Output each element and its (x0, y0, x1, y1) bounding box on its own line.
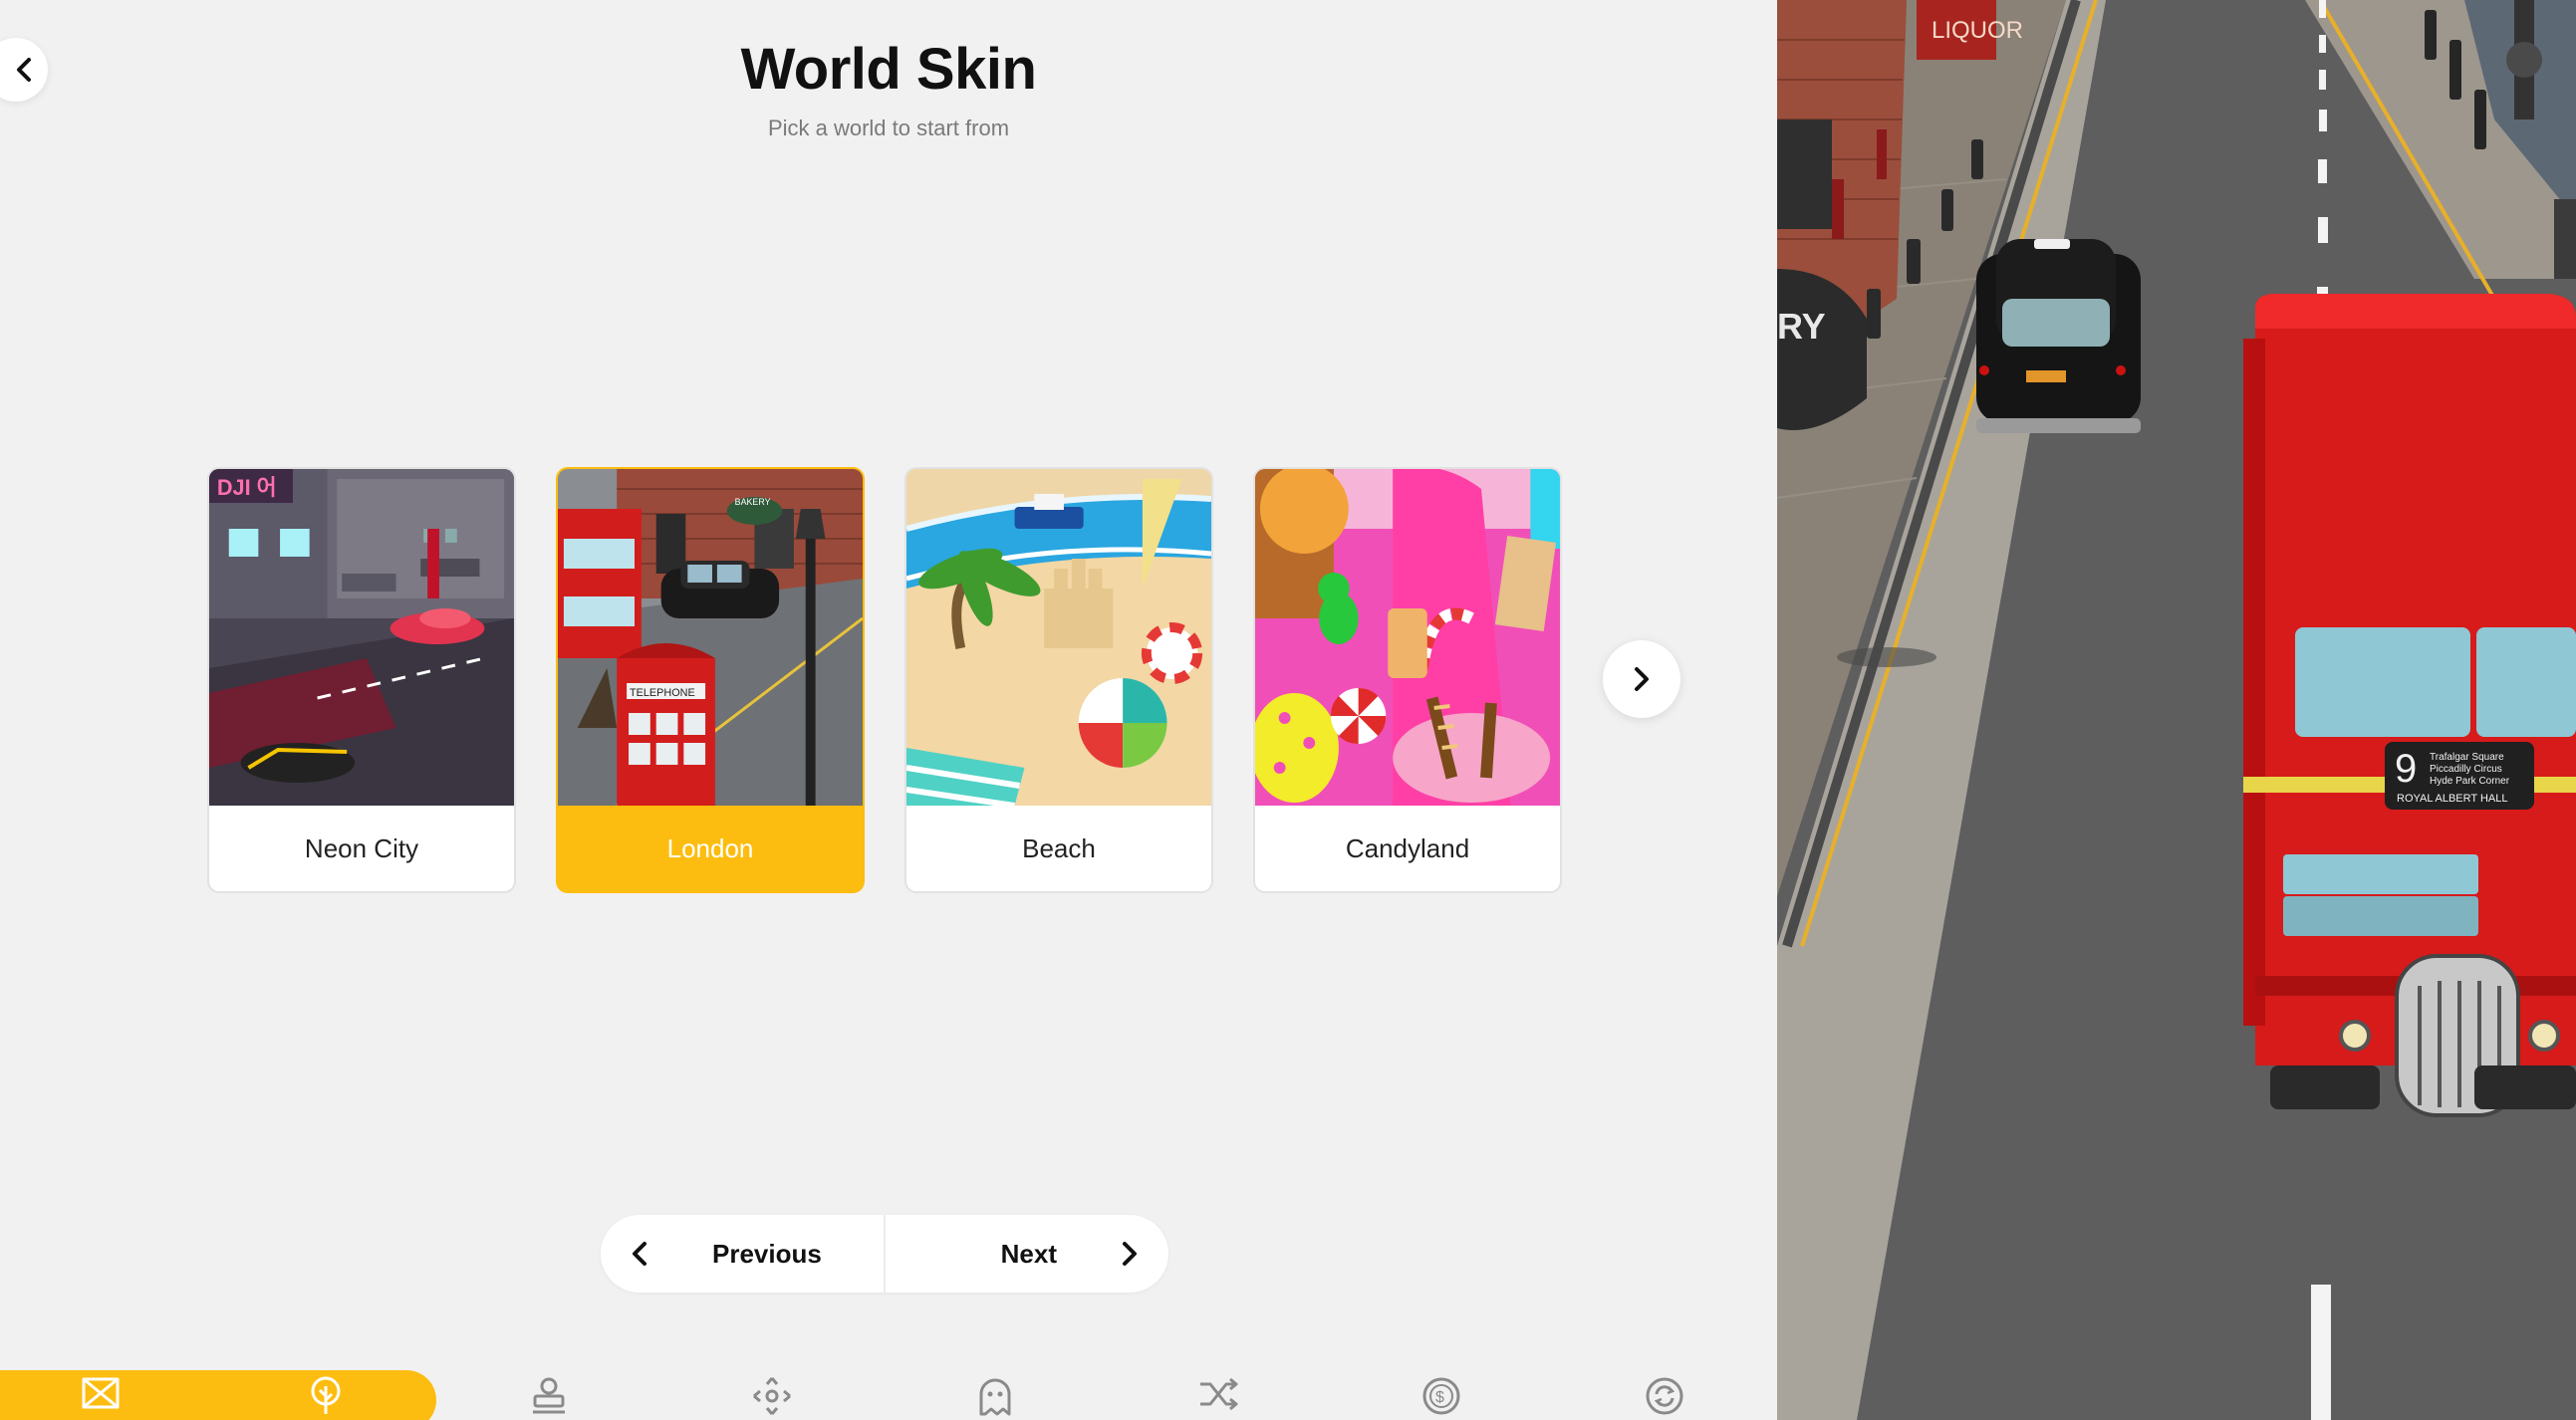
neon-sign-text: DJI 어 (217, 475, 277, 500)
chevron-right-icon (1635, 667, 1649, 691)
nav-item-enemies[interactable] (970, 1376, 1020, 1420)
nav-item-coins[interactable]: $ (1417, 1376, 1466, 1420)
nav-item-world[interactable] (301, 1376, 351, 1420)
nav-item-controls[interactable] (747, 1376, 797, 1420)
world-card-label: Neon City (304, 832, 419, 863)
carousel-next-button[interactable] (1603, 640, 1680, 718)
bus-route-number: 9 (2395, 747, 2417, 791)
bakery-sign-text: BAKERY (735, 497, 771, 507)
bus-destination-footer: ROYAL ALBERT HALL (2397, 793, 2507, 805)
step-pager: Previous Next (601, 1215, 1168, 1293)
tree-icon (311, 1376, 341, 1414)
candyland-thumbnail (1255, 469, 1560, 806)
move-arrows-icon (753, 1377, 791, 1415)
world-card-candyland[interactable]: Candyland (1253, 467, 1562, 893)
world-card-label: Candyland (1345, 832, 1470, 863)
world-card-label: London (666, 832, 754, 863)
ghost-icon (979, 1378, 1011, 1416)
stamp-icon (533, 1377, 565, 1414)
wall-sign-text: RY (1777, 306, 1826, 347)
bus-destination-line-1: Trafalgar Square (2430, 752, 2504, 763)
page-title: World Skin (740, 37, 1037, 102)
chevron-right-icon (1123, 1242, 1137, 1266)
shuffle-icon (1200, 1377, 1238, 1411)
world-card-label: Beach (1022, 832, 1096, 863)
svg-text:$: $ (1435, 1389, 1444, 1406)
nav-item-character[interactable] (524, 1376, 574, 1420)
next-button[interactable]: Next (884, 1215, 1168, 1293)
world-card-list: DJI 어 Neon City BAKERY TELEPHONE London … (207, 467, 1562, 893)
world-card-beach[interactable]: Beach (904, 467, 1213, 893)
chevron-left-icon (633, 1242, 646, 1266)
nav-item-random[interactable] (1193, 1376, 1243, 1420)
previous-label: Previous (712, 1238, 822, 1269)
world-skin-panel: World Skin Pick a world to start from DJ… (0, 0, 1777, 1420)
bus-destination-line-2: Piccadilly Circus (2430, 764, 2502, 775)
coin-icon: $ (1422, 1377, 1460, 1415)
world-card-neon-city[interactable]: DJI 어 Neon City (207, 467, 516, 893)
refresh-icon (1646, 1377, 1683, 1415)
bottom-nav: $ (0, 1370, 1777, 1420)
london-thumbnail: BAKERY TELEPHONE (558, 469, 863, 806)
nav-item-reset[interactable] (1640, 1376, 1689, 1420)
bottom-nav-active-highlight (0, 1370, 436, 1420)
liquor-sign-text: LIQUOR (1932, 17, 2023, 44)
telephone-sign-text: TELEPHONE (630, 687, 695, 699)
next-label: Next (1000, 1238, 1057, 1269)
previous-button[interactable]: Previous (601, 1215, 884, 1293)
world-preview-viewport: LIQUOR RY 9 Trafalgar Square Piccadilly … (1777, 0, 2576, 1420)
bowtie-icon (82, 1377, 120, 1409)
neon-city-thumbnail: DJI 어 (209, 469, 514, 806)
bus-destination-line-3: Hyde Park Corner (2430, 776, 2510, 787)
nav-item-skin[interactable] (76, 1376, 126, 1420)
beach-thumbnail (906, 469, 1211, 806)
page-subtitle: Pick a world to start from (767, 116, 1010, 140)
world-card-london[interactable]: BAKERY TELEPHONE London (556, 467, 865, 893)
